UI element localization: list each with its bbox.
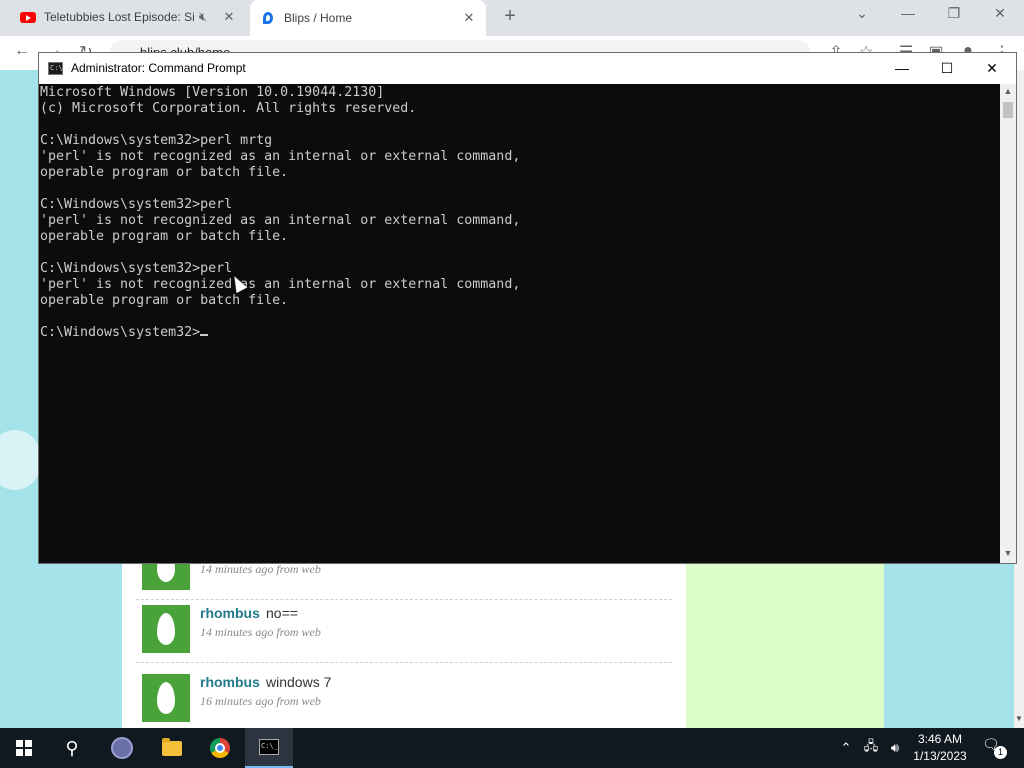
feed-post: rhombus windows 7 16 minutes ago from we… [136,664,672,732]
scrollbar-thumb[interactable] [1003,102,1013,118]
blips-icon [260,10,276,26]
cloud-decoration [0,430,40,490]
cmd-icon: C:\ [48,62,63,75]
scroll-down-icon[interactable]: ▼ [1014,714,1024,723]
tor-browser-icon[interactable] [98,728,146,768]
new-tab-button[interactable]: + [500,6,520,28]
post-message: no== [266,605,298,621]
search-icon[interactable]: ⚲ [48,728,96,768]
back-icon[interactable]: ← [12,42,32,60]
post-username[interactable]: rhombus [200,605,260,621]
network-icon[interactable]: 🖧︎ [860,728,882,768]
avatar[interactable] [142,605,190,653]
post-meta: 16 minutes ago from web [200,694,321,708]
notification-count: 1 [994,746,1007,759]
youtube-icon [20,9,36,25]
window-titlebar[interactable]: C:\ Administrator: Command Prompt — ☐ ✕ [39,53,1016,84]
speaker-muted-icon[interactable]: 🔇︎ [194,9,212,25]
windows-logo-icon [16,740,32,756]
scroll-up-icon[interactable]: ▲ [1000,86,1016,96]
show-hidden-icons-icon[interactable]: ⌃ [836,728,856,768]
console-line: C:\Windows\system32>perl [40,261,233,276]
tab-title: Blips / Home [284,11,353,25]
console-line: operable program or batch file. [40,229,289,244]
console-line: C:\Windows\system32>perl mrtg [40,133,273,148]
window-title: Administrator: Command Prompt [71,61,246,75]
restore-icon[interactable]: ❐ [944,5,964,22]
post-username[interactable]: rhombus [200,674,260,690]
system-clock[interactable]: 3:46 AM 1/13/2023 [906,731,974,765]
minimize-button[interactable]: — [879,53,925,84]
console-line: Microsoft Windows [Version 10.0.19044.21… [40,85,385,100]
post-meta: 14 minutes ago from web [200,625,321,639]
text-cursor [200,334,209,336]
command-prompt-taskbar-icon[interactable]: C:\_ [245,728,293,768]
command-prompt-window[interactable]: C:\ Administrator: Command Prompt — ☐ ✕ … [38,52,1017,564]
tab-title: Teletubbies Lost Episode: Sile [44,10,194,24]
taskbar: ⚲ C:\_ ⌃ 🖧︎ 🔊︎ 3:46 AM 1/13/2023 🗨︎ 1 [0,728,1024,768]
close-icon[interactable]: ✕ [990,5,1010,22]
prompt-text: C:\Windows\system32> [40,325,201,340]
browser-tabstrip: Teletubbies Lost Episode: Sile 🔇︎ ✕ Blip… [0,0,1024,36]
chrome-icon[interactable] [196,728,244,768]
tab-blips-home[interactable]: Blips / Home ✕ [250,0,486,36]
volume-icon[interactable]: 🔊︎ [884,728,906,768]
console-line: (c) Microsoft Corporation. All rights re… [40,101,417,116]
console-scrollbar[interactable]: ▲ ▼ [1000,84,1016,563]
post-meta: 14 minutes ago from web [200,562,321,576]
clock-date: 1/13/2023 [913,749,967,763]
maximize-button[interactable]: ☐ [924,53,970,84]
console-output[interactable]: Microsoft Windows [Version 10.0.19044.21… [39,84,1000,563]
post-message: windows 7 [266,674,332,690]
feed-post: rhombus no== 14 minutes ago from web [136,595,672,663]
notification-center-icon[interactable]: 🗨︎ 1 [982,736,1007,759]
prompt-line[interactable]: C:\Windows\system32> [40,325,1000,341]
tab-teletubbies[interactable]: Teletubbies Lost Episode: Sile 🔇︎ ✕ [10,0,246,34]
console-line: 'perl' is not recognized as an internal … [40,213,521,228]
console-line: C:\Windows\system32>perl [40,197,233,212]
file-explorer-icon[interactable] [148,728,196,768]
minimize-icon[interactable]: — [898,5,918,21]
clock-time: 3:46 AM [917,732,963,746]
avatar[interactable] [142,674,190,722]
close-tab-icon[interactable]: ✕ [220,9,238,25]
console-line: operable program or batch file. [40,165,289,180]
console-line: 'perl' is not recognized as an internal … [40,277,521,292]
scroll-down-icon[interactable]: ▼ [1000,548,1016,558]
start-button[interactable] [0,728,48,768]
console-line: operable program or batch file. [40,293,289,308]
close-tab-icon[interactable]: ✕ [460,10,478,26]
close-button[interactable]: ✕ [969,53,1015,84]
console-line: 'perl' is not recognized as an internal … [40,149,521,164]
tab-search-icon[interactable]: ⌄ [852,5,872,22]
